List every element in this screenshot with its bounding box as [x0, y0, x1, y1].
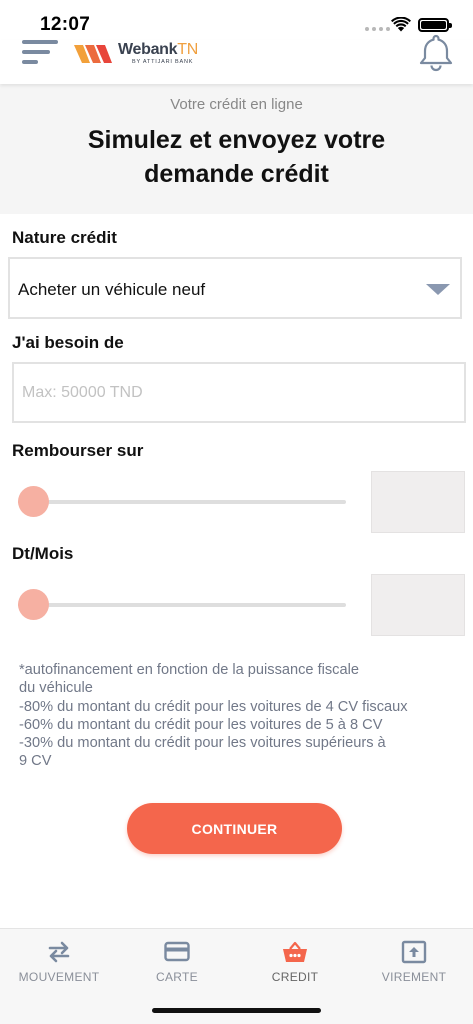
- signal-dots-icon: [365, 27, 390, 31]
- continue-button[interactable]: CONTINUER: [127, 803, 342, 854]
- upload-box-icon: [401, 940, 427, 964]
- hamburger-menu-icon[interactable]: [22, 40, 58, 66]
- nature-credit-label: Nature crédit: [12, 228, 117, 247]
- hero-subtitle: Votre crédit en ligne: [170, 96, 303, 113]
- note-line: du véhicule: [19, 680, 93, 697]
- slider-track: [18, 500, 346, 504]
- page-title: Simulez et envoyez votre demande crédit: [0, 123, 473, 191]
- slider-track: [18, 603, 346, 607]
- autofinancement-notes: *autofinancement en fonction de la puiss…: [19, 661, 459, 771]
- page-title-line-2: demande crédit: [144, 160, 329, 188]
- tab-label: CARTE: [156, 970, 198, 984]
- bell-icon[interactable]: [416, 32, 456, 72]
- note-line: -60% du montant du crédit pour les voitu…: [19, 716, 383, 733]
- status-bar: 12:07: [0, 0, 473, 40]
- slider-thumb[interactable]: [18, 486, 49, 517]
- mois-value-box: [371, 574, 465, 636]
- tab-label: VIREMENT: [381, 970, 447, 984]
- mois-label: Dt/Mois: [12, 544, 74, 563]
- app-header: WebankTN BY ATTIJARI BANK: [0, 34, 473, 84]
- note-line: *autofinancement en fonction de la puiss…: [19, 662, 359, 678]
- note-line: -30% du montant du crédit pour les voitu…: [19, 735, 386, 752]
- slider-thumb[interactable]: [18, 589, 49, 620]
- logo-subtitle: BY ATTIJARI BANK: [132, 59, 194, 66]
- nature-credit-select[interactable]: Acheter un véhicule neuf: [8, 257, 462, 319]
- webank-logo: WebankTN BY ATTIJARI BANK: [74, 42, 198, 66]
- note-line: 9 CV: [19, 753, 52, 770]
- tab-label: CREDIT: [271, 970, 319, 984]
- rembourser-slider[interactable]: [18, 486, 346, 518]
- card-icon: [164, 941, 190, 962]
- hero-banner: Votre crédit en ligne Simulez et envoyez…: [0, 84, 473, 214]
- rembourser-value-box: [371, 471, 465, 533]
- webank-logo-mark-icon: [74, 45, 112, 63]
- besoin-label: J'ai besoin de: [12, 333, 124, 352]
- battery-icon: [418, 18, 452, 32]
- nature-credit-value: Acheter un véhicule neuf: [18, 280, 206, 299]
- logo-accent: TN: [177, 41, 198, 59]
- chevron-down-icon: [426, 284, 450, 295]
- transfer-arrows-icon: [48, 941, 70, 963]
- basket-icon: [283, 941, 307, 962]
- home-indicator: [152, 1008, 321, 1013]
- tab-mouvement[interactable]: MOUVEMENT: [0, 929, 118, 993]
- note-line: -80% du montant du crédit pour les voitu…: [19, 698, 408, 715]
- amount-input[interactable]: [12, 362, 466, 423]
- wifi-icon: [391, 17, 411, 32]
- tab-virement[interactable]: VIREMENT: [355, 929, 473, 993]
- status-time: 12:07: [40, 14, 91, 35]
- tab-carte[interactable]: CARTE: [118, 929, 236, 993]
- tab-credit[interactable]: CREDIT: [236, 929, 354, 993]
- mois-slider[interactable]: [18, 589, 346, 621]
- page-title-line-1: Simulez et envoyez votre: [87, 126, 386, 154]
- rembourser-label: Rembourser sur: [12, 441, 144, 460]
- logo-word: Webank: [118, 41, 178, 59]
- tab-label: MOUVEMENT: [18, 970, 100, 984]
